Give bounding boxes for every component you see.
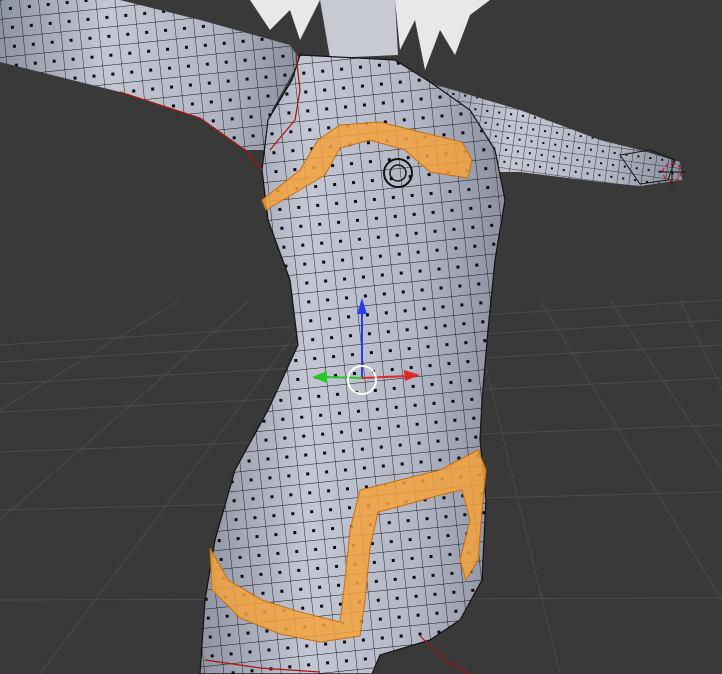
3d-viewport[interactable] xyxy=(0,0,722,674)
viewport-canvas[interactable] xyxy=(0,0,722,674)
left-arm-mesh[interactable] xyxy=(0,0,300,150)
neck-mesh xyxy=(320,0,398,58)
y-axis-handle xyxy=(323,376,363,379)
